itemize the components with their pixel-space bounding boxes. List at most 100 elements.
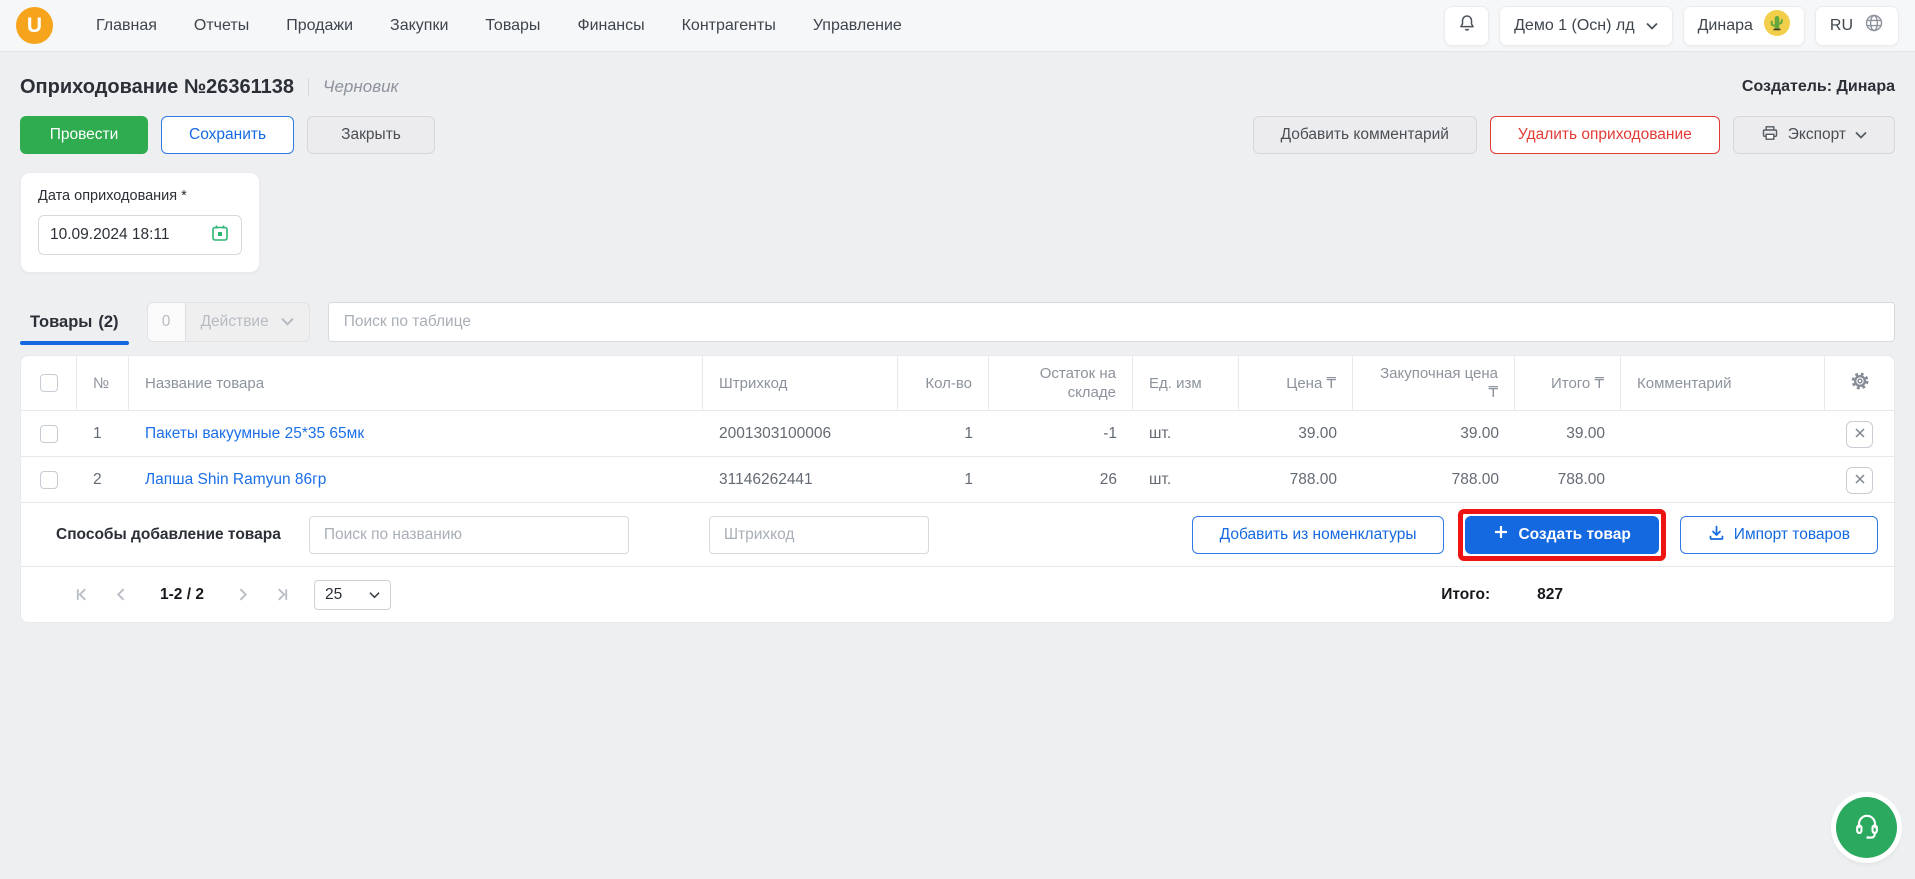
chevron-down-icon bbox=[1855, 126, 1867, 144]
page-content: Оприходование №26361138 Черновик Создате… bbox=[0, 52, 1915, 623]
col-price: Цена ₸ bbox=[1239, 356, 1353, 410]
create-product-button[interactable]: Создать товар bbox=[1465, 515, 1659, 554]
gear-icon[interactable] bbox=[1850, 371, 1870, 396]
col-comment: Комментарий bbox=[1621, 356, 1825, 410]
date-input-wrapper[interactable] bbox=[38, 215, 242, 255]
nav-item-counterparties[interactable]: Контрагенты bbox=[682, 17, 776, 35]
select-all-checkbox[interactable] bbox=[39, 374, 58, 392]
top-bar-right: Демо 1 (Осн) лд Динара RU bbox=[1444, 5, 1899, 46]
last-page-button[interactable] bbox=[270, 582, 296, 608]
nav-item-management[interactable]: Управление bbox=[813, 17, 902, 35]
action-dropdown[interactable]: Действие bbox=[186, 313, 309, 331]
col-stock: Остаток на складе bbox=[989, 356, 1133, 410]
status-badge: Черновик bbox=[323, 77, 399, 96]
tab-products-count: (2) bbox=[98, 312, 119, 331]
products-table: № Название товара Штрихкод Кол-во Остато… bbox=[20, 355, 1895, 623]
save-button[interactable]: Сохранить bbox=[161, 116, 295, 154]
cell-total: 788.00 bbox=[1557, 471, 1605, 488]
globe-icon bbox=[1864, 13, 1884, 38]
avatar bbox=[1763, 10, 1790, 41]
selected-count-badge: 0 bbox=[147, 303, 186, 341]
row-checkbox[interactable] bbox=[40, 471, 58, 489]
title-divider bbox=[308, 78, 310, 96]
user-menu[interactable]: Динара bbox=[1682, 5, 1805, 46]
product-link[interactable]: Лапша Shin Ramyun 86гр bbox=[129, 457, 703, 503]
add-methods-label: Способы добавление товара bbox=[56, 525, 281, 543]
import-products-label: Импорт товаров bbox=[1733, 525, 1850, 543]
company-selector-label: Демо 1 (Осн) лд bbox=[1514, 16, 1635, 34]
col-total: Итого ₸ bbox=[1515, 356, 1621, 410]
creator-label: Создатель: Динара bbox=[1741, 78, 1895, 95]
totals-label: Итого: bbox=[1441, 585, 1491, 603]
date-input[interactable] bbox=[50, 226, 202, 244]
tab-products[interactable]: Товары (2) bbox=[20, 299, 129, 345]
chevron-down-icon bbox=[1645, 17, 1658, 35]
document-actions-right: Добавить комментарий Удалить оприходован… bbox=[1252, 116, 1895, 154]
export-button[interactable]: Экспорт bbox=[1732, 116, 1895, 154]
table-row: 1 Пакеты вакуумные 25*35 65мк 2001303100… bbox=[21, 410, 1894, 456]
export-label: Экспорт bbox=[1787, 126, 1846, 143]
first-page-button[interactable] bbox=[68, 582, 94, 608]
chevron-down-icon bbox=[281, 313, 294, 331]
product-link[interactable]: Пакеты вакуумные 25*35 65мк bbox=[129, 411, 703, 457]
nav-item-sales[interactable]: Продажи bbox=[286, 17, 353, 35]
delete-row-button[interactable] bbox=[1846, 420, 1873, 448]
cell-qty: 1 bbox=[964, 471, 973, 488]
page-size-select[interactable]: 25 bbox=[313, 579, 391, 610]
cell-unit: шт. bbox=[1149, 425, 1172, 442]
next-page-button[interactable] bbox=[230, 582, 256, 608]
tab-active-underline bbox=[20, 341, 129, 345]
calendar-icon[interactable] bbox=[210, 223, 230, 248]
delete-row-button[interactable] bbox=[1846, 466, 1873, 494]
table-row: 2 Лапша Shin Ramyun 86гр 31146262441 1 2… bbox=[21, 456, 1894, 502]
document-actions: Провести Сохранить Закрыть Добавить комм… bbox=[20, 116, 1895, 154]
app-logo[interactable]: U bbox=[16, 7, 53, 44]
support-chat-button[interactable] bbox=[1836, 797, 1897, 858]
col-product-name: Название товара bbox=[129, 356, 703, 410]
close-icon bbox=[1854, 473, 1866, 488]
col-qty: Кол-во bbox=[898, 356, 989, 410]
close-button[interactable]: Закрыть bbox=[307, 116, 436, 154]
cell-barcode: 31146262441 bbox=[719, 471, 813, 488]
plus-icon bbox=[1493, 524, 1509, 545]
table-search-input[interactable] bbox=[327, 302, 1895, 342]
add-from-catalog-button[interactable]: Добавить из номенклатуры bbox=[1191, 515, 1445, 554]
language-selector[interactable]: RU bbox=[1814, 5, 1899, 46]
post-button[interactable]: Провести bbox=[20, 116, 148, 154]
notifications-button[interactable] bbox=[1444, 5, 1490, 46]
barcode-input[interactable] bbox=[708, 515, 929, 554]
cell-purchase-price: 39.00 bbox=[1460, 425, 1499, 442]
nav-item-purchases[interactable]: Закупки bbox=[390, 17, 448, 35]
nav-item-reports[interactable]: Отчеты bbox=[194, 17, 249, 35]
cell-comment bbox=[1621, 411, 1825, 457]
add-buttons-group: Добавить из номенклатуры Создать товар И… bbox=[1191, 508, 1878, 561]
download-icon bbox=[1708, 524, 1725, 546]
delete-document-button[interactable]: Удалить оприходование bbox=[1489, 116, 1720, 154]
prev-page-button[interactable] bbox=[108, 582, 134, 608]
totals-value: 827 bbox=[1537, 585, 1563, 603]
page-size-value: 25 bbox=[324, 585, 343, 603]
table-header-row: № Название товара Штрихкод Кол-во Остато… bbox=[21, 356, 1894, 410]
import-products-button[interactable]: Импорт товаров bbox=[1679, 515, 1878, 554]
title-row: Оприходование №26361138 Черновик Создате… bbox=[20, 74, 1895, 100]
date-card: Дата оприходования * bbox=[20, 172, 260, 273]
add-comment-button[interactable]: Добавить комментарий bbox=[1252, 116, 1477, 154]
page-title: Оприходование №26361138 bbox=[20, 75, 295, 98]
totals-block: Итого: 827 bbox=[1441, 586, 1563, 604]
chevron-down-icon bbox=[369, 586, 380, 604]
add-products-row: Способы добавление товара Добавить из но… bbox=[21, 502, 1894, 566]
product-name-search-input[interactable] bbox=[308, 515, 629, 554]
nav-item-finance[interactable]: Финансы bbox=[577, 17, 644, 35]
highlight-annotation: Создать товар bbox=[1458, 508, 1666, 561]
bell-icon bbox=[1457, 13, 1477, 38]
nav-item-products[interactable]: Товары bbox=[485, 17, 540, 35]
company-selector[interactable]: Демо 1 (Осн) лд bbox=[1499, 5, 1673, 46]
nav-item-main[interactable]: Главная bbox=[96, 17, 157, 35]
main-nav: Главная Отчеты Продажи Закупки Товары Фи… bbox=[96, 17, 902, 35]
cell-stock: -1 bbox=[1103, 425, 1117, 442]
row-checkbox[interactable] bbox=[40, 425, 58, 443]
bulk-action-group: 0 Действие bbox=[146, 302, 310, 342]
cell-total: 39.00 bbox=[1566, 425, 1605, 442]
user-name: Динара bbox=[1697, 16, 1753, 34]
printer-icon bbox=[1761, 124, 1779, 147]
